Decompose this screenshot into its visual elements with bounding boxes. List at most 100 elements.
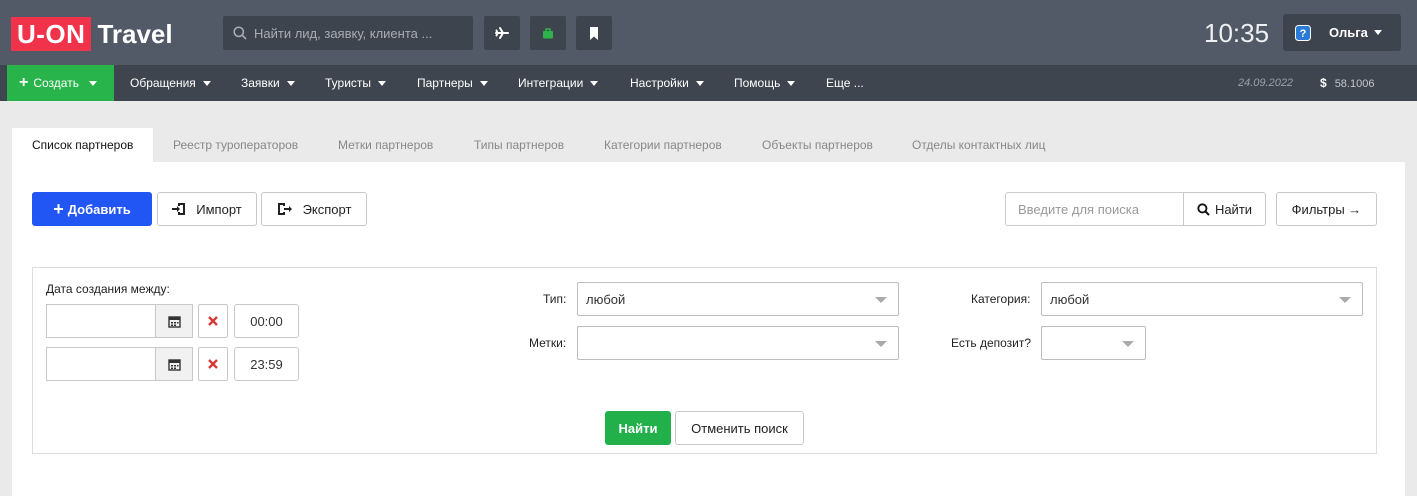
currency-rate[interactable]: $58.1006 [1320, 65, 1374, 101]
nav-item-more[interactable]: Еще ... [826, 65, 864, 101]
calendar-icon [167, 358, 181, 371]
add-label: Добавить [67, 201, 131, 217]
close-icon [208, 359, 218, 369]
chevron-down-icon [1373, 30, 1382, 35]
export-button[interactable]: Экспорт [261, 192, 367, 226]
tab-operators-registry[interactable]: Реестр туроператоров [173, 128, 298, 162]
plus-icon: + [19, 74, 29, 91]
search-icon [1197, 202, 1210, 216]
logo[interactable]: U-ON Travel [11, 17, 173, 51]
export-label: Экспорт [302, 201, 352, 217]
calendar-icon [167, 315, 181, 328]
date-to-calendar-button[interactable] [155, 347, 193, 381]
find-button[interactable]: Найти [1183, 192, 1266, 226]
chevron-down-icon [378, 81, 387, 87]
current-date: 24.09.2022 [1238, 77, 1294, 89]
chevron-down-icon [1339, 297, 1351, 303]
tags-select[interactable] [577, 326, 899, 360]
user-menu[interactable]: ? Ольга [1283, 14, 1401, 51]
logo-travel: Travel [97, 19, 173, 49]
clock: 10:35 [1204, 18, 1270, 48]
category-select-value: любой [1050, 291, 1090, 307]
plus-icon: + [53, 199, 64, 219]
nav-label: Настройки [630, 76, 689, 90]
tours-button[interactable] [530, 16, 566, 50]
nav-label: Обращения [130, 76, 196, 90]
import-icon [172, 203, 186, 215]
chevron-down-icon [88, 80, 97, 86]
nav-label: Туристы [325, 76, 372, 90]
time-from-input[interactable]: 00:00 [234, 304, 299, 338]
tags-label: Метки: [529, 336, 567, 350]
dollar-icon: $ [1320, 76, 1327, 90]
import-label: Импорт [196, 201, 242, 217]
nav-item-orders[interactable]: Заявки [241, 65, 295, 101]
plane-icon [495, 27, 509, 39]
rate-value: 58.1006 [1334, 78, 1375, 90]
tab-partner-tags[interactable]: Метки партнеров [338, 128, 433, 162]
chevron-down-icon [590, 81, 599, 87]
partner-search-input[interactable] [1005, 192, 1183, 226]
date-to-input[interactable] [46, 347, 156, 381]
import-button[interactable]: Импорт [157, 192, 257, 226]
nav-item-partners[interactable]: Партнеры [417, 65, 488, 101]
category-label: Категория: [971, 292, 1031, 306]
nav-label: Интеграции [518, 76, 584, 90]
nav-label: Партнеры [417, 76, 473, 90]
find-label: Найти [1214, 201, 1253, 217]
nav-label: Еще ... [826, 76, 864, 90]
chevron-down-icon [787, 81, 796, 87]
date-from-input[interactable] [46, 304, 156, 338]
category-select[interactable]: любой [1041, 282, 1363, 316]
tab-partner-categories[interactable]: Категории партнеров [604, 128, 722, 162]
close-icon [208, 316, 218, 326]
deposit-select[interactable] [1041, 326, 1146, 360]
tab-partner-objects[interactable]: Объекты партнеров [762, 128, 873, 162]
tab-contact-departments[interactable]: Отделы контактных лиц [912, 128, 1045, 162]
create-label: Создать [33, 76, 79, 90]
create-button[interactable]: + Создать [7, 65, 114, 101]
global-search-input[interactable] [254, 25, 464, 41]
logo-uon: U-ON [11, 17, 92, 51]
nav-item-help[interactable]: Помощь [734, 65, 796, 101]
add-button[interactable]: + Добавить [32, 192, 152, 226]
top-header: U-ON Travel 10:35 ? Ольга [0, 0, 1417, 65]
export-icon [277, 203, 292, 215]
type-select[interactable]: любой [577, 282, 899, 316]
chevron-down-icon [875, 297, 887, 303]
bookmarks-button[interactable] [576, 16, 612, 50]
search-icon [233, 26, 247, 40]
date-from-clear-button[interactable] [198, 304, 228, 338]
search-button[interactable]: Найти [605, 411, 671, 445]
chevron-down-icon [479, 81, 488, 87]
chevron-down-icon [202, 81, 211, 87]
nav-label: Заявки [241, 76, 280, 90]
tab-partner-types[interactable]: Типы партнеров [474, 128, 564, 162]
date-created-label: Дата создания между: [46, 282, 170, 296]
chevron-down-icon [695, 81, 704, 87]
date-to-clear-button[interactable] [198, 347, 228, 381]
filters-button[interactable]: Фильтры → [1276, 192, 1377, 226]
deposit-label: Есть депозит? [951, 336, 1032, 350]
chevron-down-icon [286, 81, 295, 87]
user-name: Ольга [1329, 25, 1368, 40]
svg-text:?: ? [1300, 28, 1307, 40]
time-to-input[interactable]: 23:59 [234, 347, 299, 381]
global-search[interactable] [223, 16, 473, 50]
main-nav: + Создать Обращения Заявки Туристы Партн… [0, 65, 1417, 101]
type-select-value: любой [586, 291, 626, 307]
nav-label: Помощь [734, 76, 781, 90]
nav-item-settings[interactable]: Настройки [630, 65, 704, 101]
nav-item-requests[interactable]: Обращения [130, 65, 211, 101]
tab-partners-list[interactable]: Список партнеров [12, 128, 154, 162]
chevron-down-icon [875, 341, 887, 347]
bag-icon [543, 28, 553, 39]
cancel-search-button[interactable]: Отменить поиск [675, 411, 804, 445]
flights-button[interactable] [484, 16, 520, 50]
nav-item-integrations[interactable]: Интеграции [518, 65, 599, 101]
type-label: Тип: [543, 292, 567, 306]
chevron-down-icon [1122, 341, 1134, 347]
help-icon: ? [1295, 24, 1311, 41]
date-from-calendar-button[interactable] [155, 304, 193, 338]
nav-item-tourists[interactable]: Туристы [325, 65, 387, 101]
